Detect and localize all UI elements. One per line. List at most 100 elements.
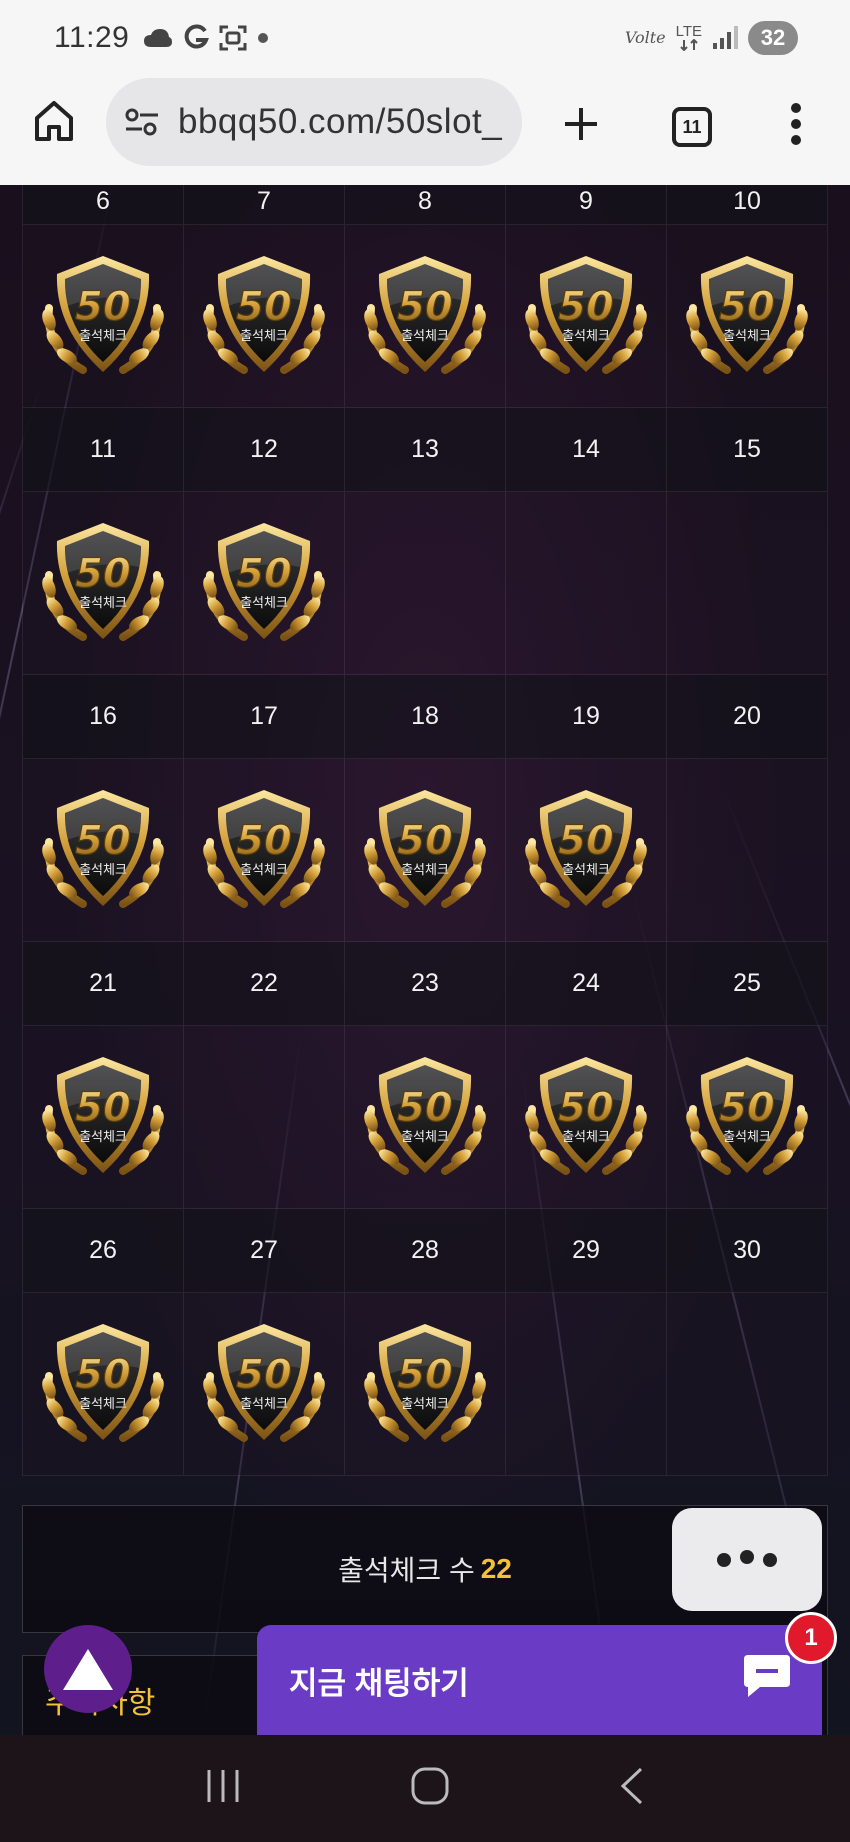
svg-text:출석체크: 출석체크 [723, 1130, 771, 1145]
calendar-day-number: 24 [506, 942, 667, 1026]
calendar-day-checked: 50 출석체크 [345, 1293, 506, 1476]
calendar-day-number: 13 [345, 408, 506, 492]
svg-text:50: 50 [397, 1085, 453, 1131]
svg-text:출석체크: 출석체크 [562, 863, 610, 878]
svg-text:50: 50 [719, 284, 775, 330]
tab-count: 11 [672, 107, 712, 147]
calendar-day-checked: 50 출석체크 [184, 492, 345, 675]
dot-icon [717, 1552, 731, 1567]
attendance-count-label: 출석체크 수 [338, 1555, 475, 1586]
calendar-day-checked: 50 출석체크 [345, 759, 506, 942]
scroll-top-button[interactable] [44, 1625, 132, 1713]
clock: 11:29 [54, 20, 130, 54]
svg-text:50: 50 [236, 818, 292, 864]
new-tab-button[interactable] [556, 99, 606, 149]
back-button[interactable] [617, 1766, 647, 1811]
svg-text:50: 50 [75, 551, 131, 597]
calendar-day-empty [506, 492, 667, 675]
attendance-badge-icon: 50 출석체크 [686, 256, 808, 374]
attendance-count-value: 22 [480, 1553, 512, 1584]
attendance-badge-icon: 50 출석체크 [364, 1324, 486, 1442]
browser-menu-button[interactable] [776, 99, 816, 149]
address-bar[interactable]: bbqq50.com/50slot_ [106, 78, 522, 166]
calendar-day-number: 18 [345, 675, 506, 759]
dot-icon [763, 1552, 777, 1567]
calendar-day-checked: 50 출석체크 [23, 759, 184, 942]
attendance-badge-icon: 50 출석체크 [203, 256, 325, 374]
calendar-day-number: 21 [23, 942, 184, 1026]
svg-text:50: 50 [75, 818, 131, 864]
chat-now-button[interactable]: 지금 채팅하기 [257, 1625, 822, 1735]
svg-text:출석체크: 출석체크 [401, 329, 449, 344]
chat-now-label: 지금 채팅하기 [289, 1665, 469, 1701]
home-icon [35, 101, 73, 141]
svg-text:출석체크: 출석체크 [79, 1130, 127, 1145]
svg-text:출석체크: 출석체크 [723, 329, 771, 344]
attendance-page: 6 7 8 9 10 50 출석체크 50 출석체크 50 출석체크 50 출석… [0, 185, 850, 1735]
calendar-day-empty [667, 492, 828, 675]
calendar-day-checked: 50 출석체크 [506, 225, 667, 408]
svg-text:50: 50 [558, 1085, 614, 1131]
calendar-day-number: 28 [345, 1209, 506, 1293]
svg-text:50: 50 [397, 284, 453, 330]
lte-icon: LTE [676, 24, 702, 51]
calendar-day-checked: 50 출석체크 [667, 225, 828, 408]
svg-text:출석체크: 출석체크 [401, 863, 449, 878]
svg-text:출석체크: 출석체크 [240, 329, 288, 344]
calendar-day-checked: 50 출석체크 [23, 225, 184, 408]
calendar-day-checked: 50 출석체크 [345, 225, 506, 408]
calendar-day-checked: 50 출석체크 [23, 1026, 184, 1209]
calendar-day-number: 29 [506, 1209, 667, 1293]
calendar-day-checked: 50 출석체크 [506, 1026, 667, 1209]
calendar-day-checked: 50 출석체크 [667, 1026, 828, 1209]
attendance-badge-icon: 50 출석체크 [203, 1324, 325, 1442]
svg-text:출석체크: 출석체크 [79, 1397, 127, 1412]
svg-text:50: 50 [397, 818, 453, 864]
calendar-day-checked: 50 출석체크 [184, 1293, 345, 1476]
site-settings-icon [125, 108, 158, 136]
calendar-day-number: 25 [667, 942, 828, 1026]
calendar-day-number: 14 [506, 408, 667, 492]
svg-text:50: 50 [558, 818, 614, 864]
calendar-day-number: 11 [23, 408, 184, 492]
calendar-day-number: 7 [184, 185, 345, 225]
calendar-day-checked: 50 출석체크 [23, 1293, 184, 1476]
notification-dot-icon [257, 32, 269, 44]
calendar-day-checked: 50 출석체크 [23, 492, 184, 675]
svg-text:50: 50 [75, 284, 131, 330]
more-options-button[interactable] [672, 1508, 822, 1611]
tab-switcher-button[interactable]: 11 [668, 103, 716, 151]
svg-text:50: 50 [236, 1352, 292, 1398]
svg-text:50: 50 [236, 284, 292, 330]
attendance-badge-icon: 50 출석체크 [364, 1057, 486, 1175]
recents-icon [207, 1770, 239, 1802]
plus-icon [565, 108, 597, 140]
recents-button[interactable] [203, 1768, 243, 1809]
calendar-day-number: 26 [23, 1209, 184, 1293]
dot-icon [740, 1549, 754, 1564]
calendar-day-checked: 50 출석체크 [506, 759, 667, 942]
calendar-day-number: 20 [667, 675, 828, 759]
home-nav-button[interactable] [410, 1766, 450, 1811]
svg-text:출석체크: 출석체크 [240, 1397, 288, 1412]
home-button[interactable] [30, 95, 78, 147]
calendar-day-number: 22 [184, 942, 345, 1026]
calendar-day-empty [667, 1293, 828, 1476]
attendance-badge-icon: 50 출석체크 [525, 256, 647, 374]
calendar-day-number: 9 [506, 185, 667, 225]
browser-toolbar: bbqq50.com/50slot_ 11 [0, 75, 850, 185]
attendance-badge-icon: 50 출석체크 [525, 1057, 647, 1175]
calendar-day-number: 19 [506, 675, 667, 759]
attendance-badge-icon: 50 출석체크 [364, 256, 486, 374]
google-icon [183, 23, 210, 52]
unread-badge: 1 [785, 1612, 837, 1664]
cloud-icon [143, 27, 173, 49]
svg-text:50: 50 [75, 1352, 131, 1398]
svg-text:출석체크: 출석체크 [401, 1397, 449, 1412]
calendar-day-checked: 50 출석체크 [345, 1026, 506, 1209]
calendar-day-number: 6 [23, 185, 184, 225]
attendance-badge-icon: 50 출석체크 [364, 790, 486, 908]
svg-text:50: 50 [397, 1352, 453, 1398]
calendar-day-number: 30 [667, 1209, 828, 1293]
chat-bubble-icon [742, 1651, 792, 1707]
